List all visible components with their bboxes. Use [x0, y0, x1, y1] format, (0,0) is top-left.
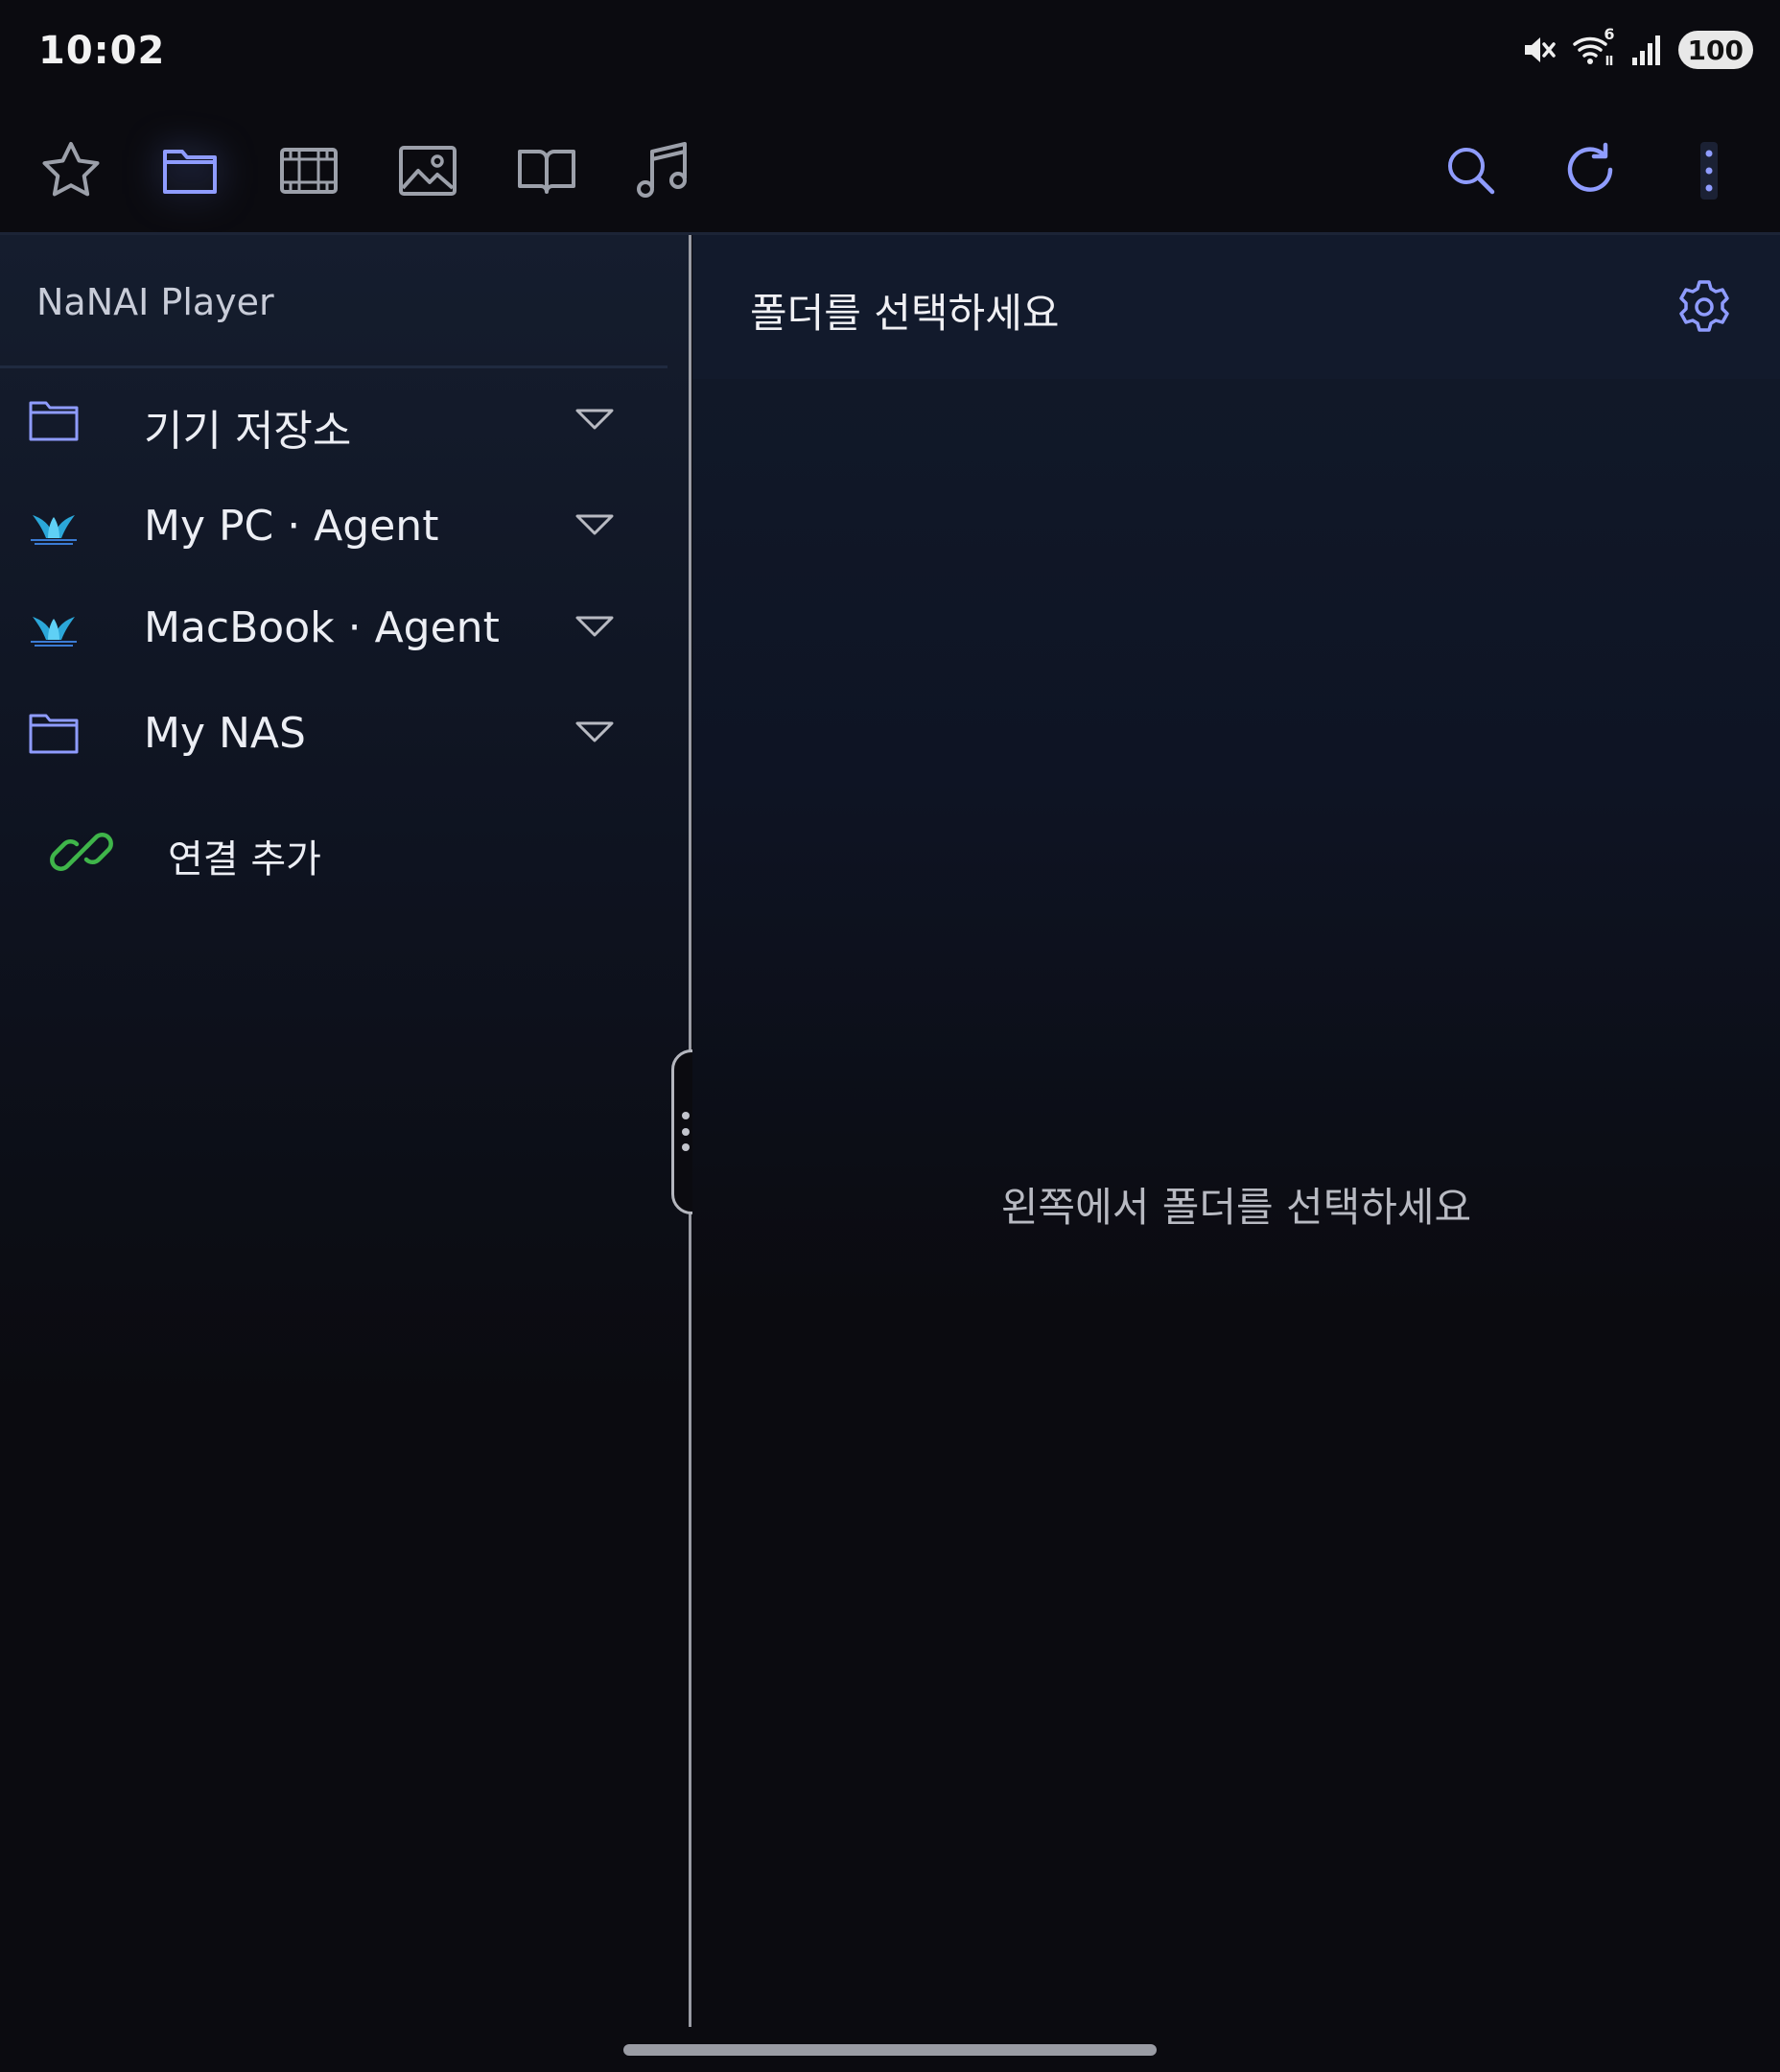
book-icon	[518, 150, 575, 194]
search-button[interactable]	[1425, 125, 1517, 217]
sidebar-item-my-nas[interactable]: My NAS	[0, 686, 668, 782]
tab-books[interactable]	[501, 125, 593, 217]
image-icon	[399, 146, 457, 196]
tab-music[interactable]	[618, 125, 710, 217]
chevron-down-icon[interactable]	[572, 400, 618, 438]
chevron-down-icon[interactable]	[572, 713, 618, 751]
status-bar: 10:02 6 100	[0, 0, 1780, 107]
status-icons: 6 100	[1519, 25, 1753, 69]
sidebar-item-label: My NAS	[144, 709, 306, 758]
refresh-icon	[1567, 142, 1613, 192]
sidebar-item-device-storage[interactable]: 기기 저장소	[0, 373, 668, 469]
folder-icon	[27, 707, 81, 761]
chevron-down-icon[interactable]	[572, 607, 618, 646]
top-toolbar	[0, 107, 1780, 232]
mute-icon	[1519, 31, 1558, 69]
battery-indicator: 100	[1677, 31, 1753, 69]
tab-folders[interactable]	[144, 125, 236, 217]
folder-icon	[163, 150, 217, 194]
add-connection-button[interactable]: 연결 추가	[0, 801, 668, 897]
sidebar-item-macbook-agent[interactable]: MacBook · Agent	[0, 580, 668, 676]
folder-icon	[27, 394, 81, 448]
wifi-icon: 6	[1571, 25, 1617, 69]
search-icon	[1448, 148, 1495, 195]
music-icon	[637, 142, 687, 198]
more-options-button[interactable]	[1663, 125, 1755, 217]
tab-photos[interactable]	[382, 125, 474, 217]
status-time: 10:02	[38, 29, 166, 73]
film-icon	[280, 148, 338, 194]
source-sidebar: NaNAI Player 기기 저장소 My PC · Agent MacBoo…	[0, 235, 689, 2029]
agent-icon	[27, 500, 81, 553]
gear-icon	[1679, 280, 1729, 332]
sidebar-item-label: My PC · Agent	[144, 502, 439, 551]
sidebar-title-divider	[0, 365, 668, 368]
sidebar-item-label: MacBook · Agent	[144, 603, 500, 652]
empty-state-message: 왼쪽에서 폴더를 선택하세요	[1000, 1184, 1472, 1231]
sidebar-item-label: 기기 저장소	[144, 407, 352, 456]
agent-icon	[27, 601, 81, 655]
link-icon	[48, 818, 115, 885]
refresh-button[interactable]	[1544, 125, 1636, 217]
star-icon	[42, 142, 100, 197]
home-indicator[interactable]	[623, 2044, 1157, 2056]
add-connection-label: 연결 추가	[168, 837, 321, 882]
more-vertical-icon	[1700, 142, 1718, 200]
chevron-down-icon[interactable]	[572, 506, 618, 544]
content-panel: 폴더를 선택하세요 왼쪽에서 폴더를 선택하세요	[692, 235, 1780, 2029]
content-title: 폴더를 선택하세요	[750, 290, 1060, 337]
signal-icon	[1630, 31, 1665, 69]
wifi-badge: 6	[1604, 25, 1615, 43]
tab-videos[interactable]	[263, 125, 355, 217]
settings-button[interactable]	[1671, 273, 1738, 341]
sidebar-title: NaNAI Player	[36, 281, 274, 323]
tab-favorites[interactable]	[25, 125, 117, 217]
content-header: 폴더를 선택하세요	[692, 235, 1780, 379]
sidebar-item-my-pc-agent[interactable]: My PC · Agent	[0, 479, 668, 575]
app-screen: 10:02 6 100 NaNAI Player 기기 저장소 My PC · …	[0, 0, 1780, 2072]
